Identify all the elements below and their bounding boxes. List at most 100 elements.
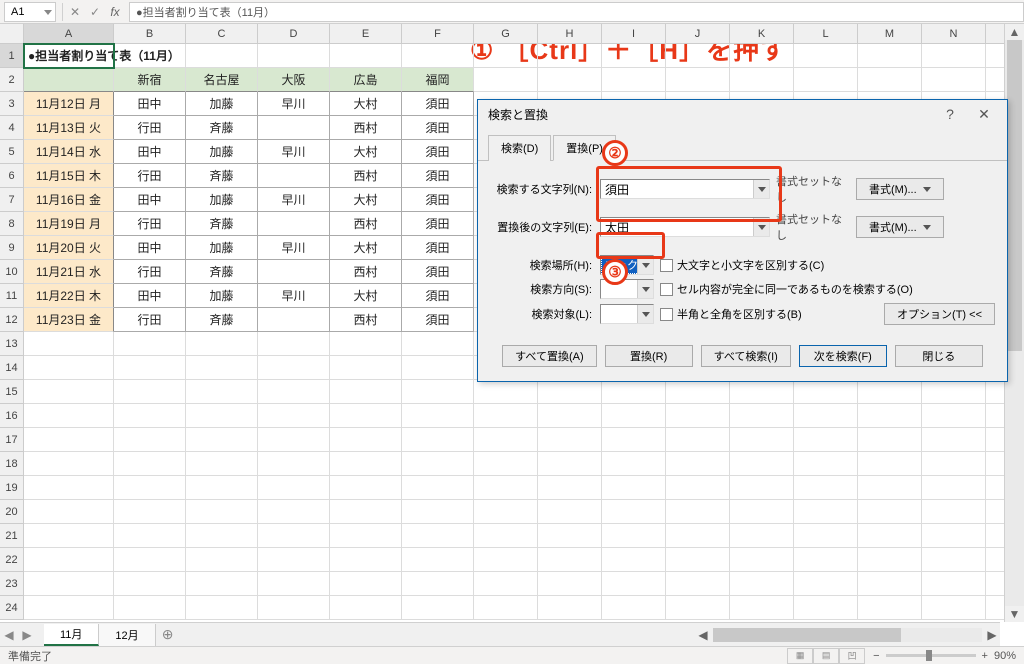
cell-A2[interactable] <box>24 68 114 92</box>
within-combo[interactable]: ブック <box>600 255 654 275</box>
cell-E22[interactable] <box>330 548 402 572</box>
cell-M16[interactable] <box>858 404 922 428</box>
cell-F11[interactable]: 須田 <box>402 284 474 308</box>
cell-M20[interactable] <box>858 500 922 524</box>
cell-B18[interactable] <box>114 452 186 476</box>
cell-C8[interactable]: 斉藤 <box>186 212 258 236</box>
col-header-N[interactable]: N <box>922 24 986 44</box>
cell-H19[interactable] <box>538 476 602 500</box>
cell-D6[interactable] <box>258 164 330 188</box>
col-header-M[interactable]: M <box>858 24 922 44</box>
cell-H21[interactable] <box>538 524 602 548</box>
cell-F20[interactable] <box>402 500 474 524</box>
cell-J15[interactable] <box>666 380 730 404</box>
cell-B16[interactable] <box>114 404 186 428</box>
cell-J18[interactable] <box>666 452 730 476</box>
cell-G2[interactable] <box>474 68 538 92</box>
dialog-close-icon[interactable]: ✕ <box>967 102 1001 126</box>
cell-F10[interactable]: 須田 <box>402 260 474 284</box>
cell-D9[interactable]: 早川 <box>258 236 330 260</box>
cell-D24[interactable] <box>258 596 330 620</box>
cell-C20[interactable] <box>186 500 258 524</box>
row-header-13[interactable]: 13 <box>0 332 24 356</box>
cell-H1[interactable] <box>538 44 602 68</box>
options-button[interactable]: オプション(T) << <box>884 303 995 325</box>
cell-J17[interactable] <box>666 428 730 452</box>
lookin-combo[interactable] <box>600 304 654 324</box>
cell-E20[interactable] <box>330 500 402 524</box>
cell-K23[interactable] <box>730 572 794 596</box>
cell-F3[interactable]: 須田 <box>402 92 474 116</box>
cell-M1[interactable] <box>858 44 922 68</box>
cell-K22[interactable] <box>730 548 794 572</box>
find-format-button[interactable]: 書式(M)... <box>856 178 944 200</box>
row-headers[interactable]: 123456789101112131415161718192021222324 <box>0 44 24 620</box>
fx-icon[interactable]: fx <box>105 2 125 22</box>
cell-K16[interactable] <box>730 404 794 428</box>
cell-C5[interactable]: 加藤 <box>186 140 258 164</box>
cell-E6[interactable]: 西村 <box>330 164 402 188</box>
cell-G20[interactable] <box>474 500 538 524</box>
cell-A20[interactable] <box>24 500 114 524</box>
cell-N23[interactable] <box>922 572 986 596</box>
cell-N18[interactable] <box>922 452 986 476</box>
cell-H18[interactable] <box>538 452 602 476</box>
dialog-help-icon[interactable]: ? <box>933 102 967 126</box>
cell-E16[interactable] <box>330 404 402 428</box>
cell-N16[interactable] <box>922 404 986 428</box>
cell-E19[interactable] <box>330 476 402 500</box>
cell-F19[interactable] <box>402 476 474 500</box>
column-headers[interactable]: ABCDEFGHIJKLMNO <box>24 24 1024 44</box>
cell-G19[interactable] <box>474 476 538 500</box>
row-header-1[interactable]: 1 <box>0 44 24 68</box>
cell-E10[interactable]: 西村 <box>330 260 402 284</box>
row-header-8[interactable]: 8 <box>0 212 24 236</box>
search-dir-combo[interactable] <box>600 279 654 299</box>
col-header-J[interactable]: J <box>666 24 730 44</box>
cancel-icon[interactable]: ✕ <box>65 2 85 22</box>
cell-F2[interactable]: 福岡 <box>402 68 474 92</box>
find-dropdown-icon[interactable] <box>753 180 769 198</box>
cell-A9[interactable]: 11月20日 火 <box>24 236 114 260</box>
formula-input[interactable]: ●担当者割り当て表（11月） <box>129 2 1024 22</box>
cell-N24[interactable] <box>922 596 986 620</box>
row-header-12[interactable]: 12 <box>0 308 24 332</box>
row-header-22[interactable]: 22 <box>0 548 24 572</box>
sheet-nav-prev-icon[interactable]: ◀ <box>0 625 18 645</box>
cell-D8[interactable] <box>258 212 330 236</box>
cell-J21[interactable] <box>666 524 730 548</box>
cell-B3[interactable]: 田中 <box>114 92 186 116</box>
cell-D21[interactable] <box>258 524 330 548</box>
cell-M18[interactable] <box>858 452 922 476</box>
tab-find[interactable]: 検索(D) <box>488 135 551 161</box>
cell-G1[interactable] <box>474 44 538 68</box>
cell-G23[interactable] <box>474 572 538 596</box>
cell-I17[interactable] <box>602 428 666 452</box>
select-all-corner[interactable] <box>0 24 24 44</box>
match-case-checkbox[interactable]: 大文字と小文字を区別する(C) <box>660 257 824 273</box>
cell-M24[interactable] <box>858 596 922 620</box>
replace-format-button[interactable]: 書式(M)... <box>856 216 944 238</box>
cell-E7[interactable]: 大村 <box>330 188 402 212</box>
cell-N15[interactable] <box>922 380 986 404</box>
cell-N1[interactable] <box>922 44 986 68</box>
cell-L17[interactable] <box>794 428 858 452</box>
close-button[interactable]: 閉じる <box>895 345 983 367</box>
cell-C4[interactable]: 斉藤 <box>186 116 258 140</box>
row-header-17[interactable]: 17 <box>0 428 24 452</box>
cell-E8[interactable]: 西村 <box>330 212 402 236</box>
cell-F8[interactable]: 須田 <box>402 212 474 236</box>
zoom-in-icon[interactable]: + <box>982 650 988 662</box>
match-whole-checkbox[interactable]: セル内容が完全に同一であるものを検索する(O) <box>660 281 913 297</box>
sheet-tab-active[interactable]: 11月 <box>44 624 99 646</box>
cell-F16[interactable] <box>402 404 474 428</box>
cell-F22[interactable] <box>402 548 474 572</box>
cell-C24[interactable] <box>186 596 258 620</box>
cell-C10[interactable]: 斉藤 <box>186 260 258 284</box>
cell-I1[interactable] <box>602 44 666 68</box>
cell-L1[interactable] <box>794 44 858 68</box>
cell-H20[interactable] <box>538 500 602 524</box>
cell-I16[interactable] <box>602 404 666 428</box>
cell-B13[interactable] <box>114 332 186 356</box>
cell-C13[interactable] <box>186 332 258 356</box>
